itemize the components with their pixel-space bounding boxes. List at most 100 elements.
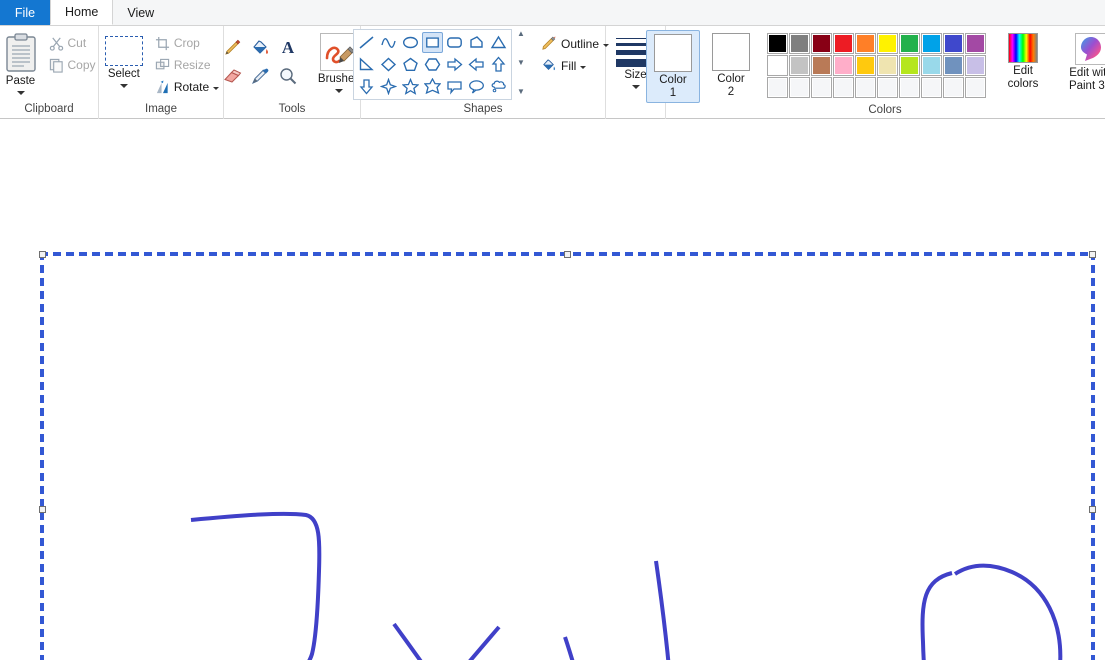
outline-button[interactable]: Outline	[536, 33, 614, 55]
crop-icon	[155, 36, 170, 51]
pencil-tool[interactable]	[218, 34, 246, 62]
ribbon: Paste Cut	[0, 26, 1105, 119]
resize-handle-top-right[interactable]	[1089, 251, 1096, 258]
palette-swatch-0-0[interactable]	[767, 33, 788, 54]
shapes-scroll-down-icon[interactable]: ▼	[517, 59, 525, 67]
palette-swatch-0-7[interactable]	[921, 33, 942, 54]
text-tool[interactable]: A	[274, 34, 302, 62]
palette-swatch-1-8[interactable]	[943, 55, 964, 76]
color2-button[interactable]: Color 2	[704, 30, 758, 101]
palette-swatch-2-0[interactable]	[767, 77, 788, 98]
shape-hexagon[interactable]	[422, 54, 443, 75]
shape-rounded-rectangle[interactable]	[444, 32, 465, 53]
shape-triangle[interactable]	[488, 32, 509, 53]
ribbon-group-shapes: ▲ ▼ ▼ Outline	[361, 26, 606, 119]
palette-swatch-1-0[interactable]	[767, 55, 788, 76]
shape-rounded-callout[interactable]	[444, 76, 465, 97]
color1-swatch	[654, 34, 692, 72]
shape-line[interactable]	[356, 32, 377, 53]
palette-swatch-2-9[interactable]	[965, 77, 986, 98]
fill-with-color-tool[interactable]	[246, 34, 274, 62]
color2-label-line1: Color	[717, 73, 744, 86]
palette-swatch-2-4[interactable]	[855, 77, 876, 98]
palette-swatch-0-9[interactable]	[965, 33, 986, 54]
color1-button[interactable]: Color 1	[646, 30, 700, 103]
shape-up-arrow[interactable]	[488, 54, 509, 75]
ribbon-tab-bar: File Home View	[0, 0, 1105, 26]
shape-diamond[interactable]	[378, 54, 399, 75]
palette-swatch-2-3[interactable]	[833, 77, 854, 98]
selection-rectangle-icon	[105, 36, 143, 66]
palette-swatch-1-7[interactable]	[921, 55, 942, 76]
shape-right-arrow[interactable]	[444, 54, 465, 75]
palette-swatch-1-2[interactable]	[811, 55, 832, 76]
rotate-icon	[155, 80, 170, 95]
drawing-canvas[interactable]	[44, 256, 1091, 660]
resize-handle-top-center[interactable]	[564, 251, 571, 258]
crop-label: Crop	[174, 36, 200, 50]
color-picker-tool[interactable]	[246, 62, 274, 90]
paste-button[interactable]: Paste	[0, 30, 44, 98]
paste-label: Paste	[6, 75, 35, 88]
resize-handle-top-left[interactable]	[39, 251, 46, 258]
ribbon-group-colors: Color 1 Color 2 Edit colors	[666, 26, 1104, 119]
palette-swatch-2-2[interactable]	[811, 77, 832, 98]
edit-with-paint3d-button[interactable]: Edit with Paint 3D	[1056, 30, 1105, 95]
palette-swatch-1-4[interactable]	[855, 55, 876, 76]
palette-swatch-1-6[interactable]	[899, 55, 920, 76]
shape-four-point-star[interactable]	[378, 76, 399, 97]
palette-swatch-0-5[interactable]	[877, 33, 898, 54]
select-caret-icon[interactable]	[120, 84, 128, 88]
shape-down-arrow[interactable]	[356, 76, 377, 97]
palette-swatch-2-8[interactable]	[943, 77, 964, 98]
palette-swatch-1-9[interactable]	[965, 55, 986, 76]
palette-swatch-0-4[interactable]	[855, 33, 876, 54]
shape-left-arrow[interactable]	[466, 54, 487, 75]
palette-swatch-0-3[interactable]	[833, 33, 854, 54]
palette-swatch-0-8[interactable]	[943, 33, 964, 54]
shape-curve[interactable]	[378, 32, 399, 53]
magnifier-tool[interactable]	[274, 62, 302, 90]
palette-swatch-2-5[interactable]	[877, 77, 898, 98]
fill-caret-icon[interactable]	[580, 66, 586, 69]
colors-group-label: Colors	[666, 103, 1104, 119]
eraser-tool[interactable]	[218, 62, 246, 90]
tools-grid: A	[218, 30, 300, 88]
edit-colors-button[interactable]: Edit colors	[996, 30, 1050, 93]
shape-polygon[interactable]	[466, 32, 487, 53]
select-button[interactable]: Select	[98, 30, 150, 91]
shape-cloud-callout[interactable]	[488, 76, 509, 97]
resize-handle-middle-left[interactable]	[39, 506, 46, 513]
shapes-scroll-buttons[interactable]: ▲ ▼ ▼	[514, 29, 528, 97]
pencil-icon	[222, 38, 242, 58]
shape-pentagon[interactable]	[400, 54, 421, 75]
shape-oval-callout[interactable]	[466, 76, 487, 97]
palette-swatch-1-5[interactable]	[877, 55, 898, 76]
brushes-caret-icon[interactable]	[335, 89, 343, 93]
clipboard-icon	[4, 33, 38, 73]
fill-button[interactable]: Fill	[536, 55, 614, 77]
palette-swatch-1-3[interactable]	[833, 55, 854, 76]
palette-swatch-2-1[interactable]	[789, 77, 810, 98]
palette-swatch-2-7[interactable]	[921, 77, 942, 98]
paste-caret-icon[interactable]	[17, 91, 25, 95]
shape-six-point-star[interactable]	[422, 76, 443, 97]
tab-file[interactable]: File	[0, 0, 50, 25]
palette-swatch-0-2[interactable]	[811, 33, 832, 54]
shape-five-point-star[interactable]	[400, 76, 421, 97]
shapes-scroll-up-icon[interactable]: ▲	[517, 30, 525, 38]
shape-right-triangle[interactable]	[356, 54, 377, 75]
palette-swatch-2-6[interactable]	[899, 77, 920, 98]
shapes-expand-icon[interactable]: ▼	[517, 88, 525, 96]
palette-swatch-1-1[interactable]	[789, 55, 810, 76]
palette-swatch-0-6[interactable]	[899, 33, 920, 54]
tab-view[interactable]: View	[113, 0, 168, 25]
tab-home[interactable]: Home	[50, 0, 113, 25]
shape-rectangle[interactable]	[422, 32, 443, 53]
rainbow-gradient-icon	[1008, 33, 1038, 63]
palette-swatch-0-1[interactable]	[789, 33, 810, 54]
shape-oval[interactable]	[400, 32, 421, 53]
fill-with-color-icon	[250, 38, 270, 58]
canvas-selection-frame[interactable]	[40, 252, 1095, 660]
resize-handle-middle-right[interactable]	[1089, 506, 1096, 513]
